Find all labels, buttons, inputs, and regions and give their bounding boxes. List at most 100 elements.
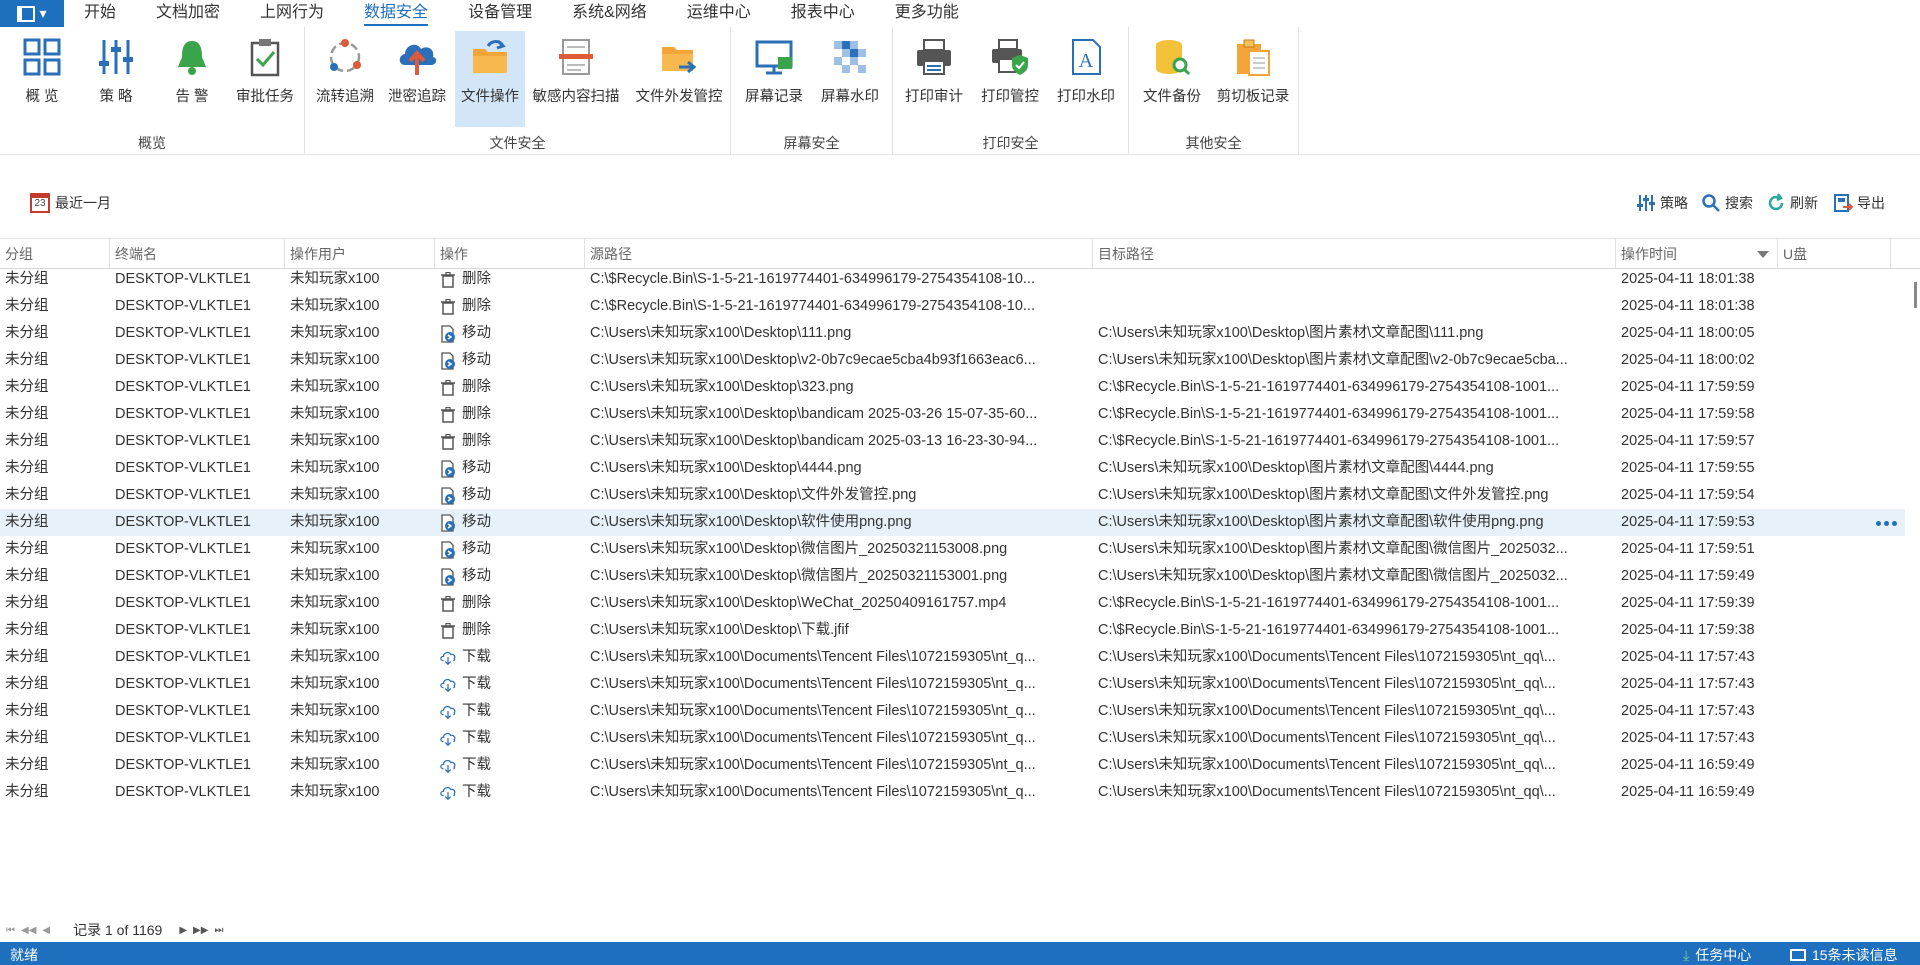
clipboard-record-button[interactable]: 剪切板记录	[1213, 31, 1293, 127]
file-operation-button[interactable]: 文件操作	[455, 31, 525, 127]
column-header-group[interactable]: 分组	[0, 239, 110, 269]
first-page-icon[interactable]: ⏮	[6, 925, 15, 936]
column-header-time[interactable]: 操作时间	[1616, 239, 1778, 269]
column-header-usb[interactable]: U盘	[1778, 239, 1891, 269]
menu-bar: ▾ 开始 文档加密 上网行为 数据安全 设备管理 系统&网络 运维中心 报表中心…	[0, 0, 1920, 27]
cell-time: 2025-04-11 17:59:53	[1621, 514, 1755, 530]
menu-system-network[interactable]: 系统&网络	[552, 0, 667, 27]
next-block-icon[interactable]: ▶▶	[193, 925, 208, 936]
prev-page-icon[interactable]: ◀	[42, 925, 50, 936]
document-scan-icon	[554, 35, 598, 79]
cell-user: 未知玩家x100	[290, 460, 380, 476]
table-row[interactable]: 未分组 DESKTOP-VLKTLE1 未知玩家x100 删除 C:\$Recycle.…	[0, 266, 1905, 293]
table-row[interactable]: 未分组 DESKTOP-VLKTLE1 未知玩家x100 移动 C:\Users\未知玩…	[0, 563, 1905, 590]
cell-user: 未知玩家x100	[290, 325, 380, 341]
cell-user: 未知玩家x100	[290, 703, 380, 719]
print-control-button[interactable]: 打印管控	[977, 31, 1043, 127]
cell-time: 2025-04-11 17:59:57	[1621, 433, 1755, 449]
table-row[interactable]: 未分组 DESKTOP-VLKTLE1 未知玩家x100 下载 C:\Users\未知玩…	[0, 698, 1905, 725]
flow-trace-button[interactable]: 流转追溯	[315, 31, 375, 127]
menu-report-center[interactable]: 报表中心	[771, 0, 875, 27]
sensitive-scan-button[interactable]: 敏感内容扫描	[529, 31, 623, 127]
approval-task-button[interactable]: 审批任务	[232, 31, 298, 127]
strategy-tool-button[interactable]: 策略	[1636, 193, 1688, 213]
table-row[interactable]: 未分组 DESKTOP-VLKTLE1 未知玩家x100 移动 C:\Users\未知玩…	[0, 455, 1905, 482]
column-header-user[interactable]: 操作用户	[285, 239, 435, 269]
ribbon-group-label: 打印安全	[982, 135, 1039, 151]
cell-terminal: DESKTOP-VLKTLE1	[115, 271, 251, 287]
menu-doc-encryption[interactable]: 文档加密	[136, 0, 240, 27]
cell-user: 未知玩家x100	[290, 649, 380, 665]
search-button[interactable]: 搜索	[1701, 193, 1753, 213]
table-row[interactable]: 未分组 DESKTOP-VLKTLE1 未知玩家x100 删除 C:\Users\未知玩…	[0, 590, 1905, 617]
table-row[interactable]: 未分组 DESKTOP-VLKTLE1 未知玩家x100 移动 C:\Users\未知玩…	[0, 347, 1905, 374]
search-label: 搜索	[1725, 195, 1753, 211]
operation-label: 移动	[462, 568, 491, 584]
app-menu-button[interactable]: ▾	[0, 0, 64, 27]
file-outgoing-control-button[interactable]: 文件外发管控	[631, 31, 727, 127]
table-row[interactable]: 未分组 DESKTOP-VLKTLE1 未知玩家x100 删除 C:\Users\未知玩…	[0, 617, 1905, 644]
table-row[interactable]: 未分组 DESKTOP-VLKTLE1 未知玩家x100 删除 C:\Users\未知玩…	[0, 374, 1905, 401]
bell-icon	[170, 35, 214, 79]
cell-target-path: C:\$Recycle.Bin\S-1-5-21-1619774401-6349…	[1098, 433, 1560, 449]
screen-watermark-button[interactable]: 屏幕水印	[817, 31, 883, 127]
table-row[interactable]: 未分组 DESKTOP-VLKTLE1 未知玩家x100 下载 C:\Users\未知玩…	[0, 725, 1905, 752]
menu-ops-center[interactable]: 运维中心	[667, 0, 771, 27]
table-row[interactable]: 未分组 DESKTOP-VLKTLE1 未知玩家x100 移动 C:\Users\未知玩…	[0, 509, 1905, 536]
cell-terminal: DESKTOP-VLKTLE1	[115, 433, 251, 449]
strategy-button[interactable]: 策 略	[86, 31, 146, 127]
file-backup-button[interactable]: 文件备份	[1137, 31, 1207, 127]
menu-start[interactable]: 开始	[64, 0, 136, 27]
column-header-source-path[interactable]: 源路径	[585, 239, 1093, 269]
task-center-button[interactable]: ⤓ 任务中心	[1683, 945, 1751, 965]
prev-block-icon[interactable]: ◀◀	[21, 925, 36, 936]
table-row[interactable]: 未分组 DESKTOP-VLKTLE1 未知玩家x100 删除 C:\Users\未知玩…	[0, 401, 1905, 428]
menu-device-management[interactable]: 设备管理	[448, 0, 552, 27]
table-row[interactable]: 未分组 DESKTOP-VLKTLE1 未知玩家x100 下载 C:\Users\未知玩…	[0, 644, 1905, 671]
operation-label: 删除	[462, 595, 491, 611]
ribbon-group-label: 文件安全	[489, 135, 546, 151]
more-options-icon[interactable]	[1873, 521, 1897, 526]
column-header-terminal[interactable]: 终端名	[110, 239, 285, 269]
export-button[interactable]: 导出	[1833, 193, 1885, 213]
next-page-icon[interactable]: ▶	[179, 925, 187, 936]
table-row[interactable]: 未分组 DESKTOP-VLKTLE1 未知玩家x100 移动 C:\Users\未知玩…	[0, 536, 1905, 563]
cell-source-path: C:\Users\未知玩家x100\Desktop\WeChat_2025040…	[590, 595, 1007, 611]
menu-more-features[interactable]: 更多功能	[875, 0, 979, 27]
screen-record-button[interactable]: 屏幕记录	[741, 31, 807, 127]
operation-label: 删除	[462, 271, 491, 287]
date-range-button[interactable]: 23 最近一月	[30, 193, 111, 213]
cell-user: 未知玩家x100	[290, 487, 380, 503]
alert-button[interactable]: 告 警	[162, 31, 222, 127]
cloud-download-icon	[440, 649, 456, 667]
column-header-target-path[interactable]: 目标路径	[1093, 239, 1616, 269]
overview-button[interactable]: 概 览	[12, 31, 72, 127]
menu-web-behavior[interactable]: 上网行为	[240, 0, 344, 27]
unread-messages-button[interactable]: 15条未读信息	[1790, 945, 1898, 965]
table-row[interactable]: 未分组 DESKTOP-VLKTLE1 未知玩家x100 删除 C:\Users\未知玩…	[0, 428, 1905, 455]
table-row[interactable]: 未分组 DESKTOP-VLKTLE1 未知玩家x100 移动 C:\Users\未知玩…	[0, 482, 1905, 509]
cell-time: 2025-04-11 17:59:39	[1621, 595, 1755, 611]
print-audit-button[interactable]: 打印审计	[901, 31, 967, 127]
printer-icon	[912, 35, 956, 79]
table-row[interactable]: 未分组 DESKTOP-VLKTLE1 未知玩家x100 删除 C:\$Recycle.…	[0, 293, 1905, 320]
cell-operation: 移动	[435, 563, 585, 590]
menu-data-security[interactable]: 数据安全	[344, 0, 448, 27]
print-watermark-button[interactable]: A 打印水印	[1053, 31, 1119, 127]
table-row[interactable]: 未分组 DESKTOP-VLKTLE1 未知玩家x100 下载 C:\Users\未知玩…	[0, 671, 1905, 698]
cell-operation: 移动	[435, 482, 585, 509]
vertical-scrollbar-thumb[interactable]	[1914, 282, 1917, 308]
table-row[interactable]: 未分组 DESKTOP-VLKTLE1 未知玩家x100 下载 C:\Users\未知玩…	[0, 752, 1905, 779]
move-file-icon	[440, 567, 456, 586]
cell-target-path: C:\Users\未知玩家x100\Documents\Tencent File…	[1098, 730, 1556, 746]
table-row[interactable]: 未分组 DESKTOP-VLKTLE1 未知玩家x100 移动 C:\Users\未知玩…	[0, 320, 1905, 347]
date-range-label: 最近一月	[55, 195, 111, 211]
file-outgoing-control-label: 文件外发管控	[635, 89, 723, 105]
cell-group: 未分组	[5, 433, 49, 449]
table-row[interactable]: 未分组 DESKTOP-VLKTLE1 未知玩家x100 下载 C:\Users\未知玩…	[0, 779, 1905, 806]
last-page-icon[interactable]: ⏭	[214, 925, 223, 936]
column-header-operation[interactable]: 操作	[435, 239, 585, 269]
leak-track-button[interactable]: 泄密追踪	[387, 31, 447, 127]
refresh-button[interactable]: 刷新	[1766, 193, 1818, 213]
app-menu-icon	[17, 5, 36, 22]
